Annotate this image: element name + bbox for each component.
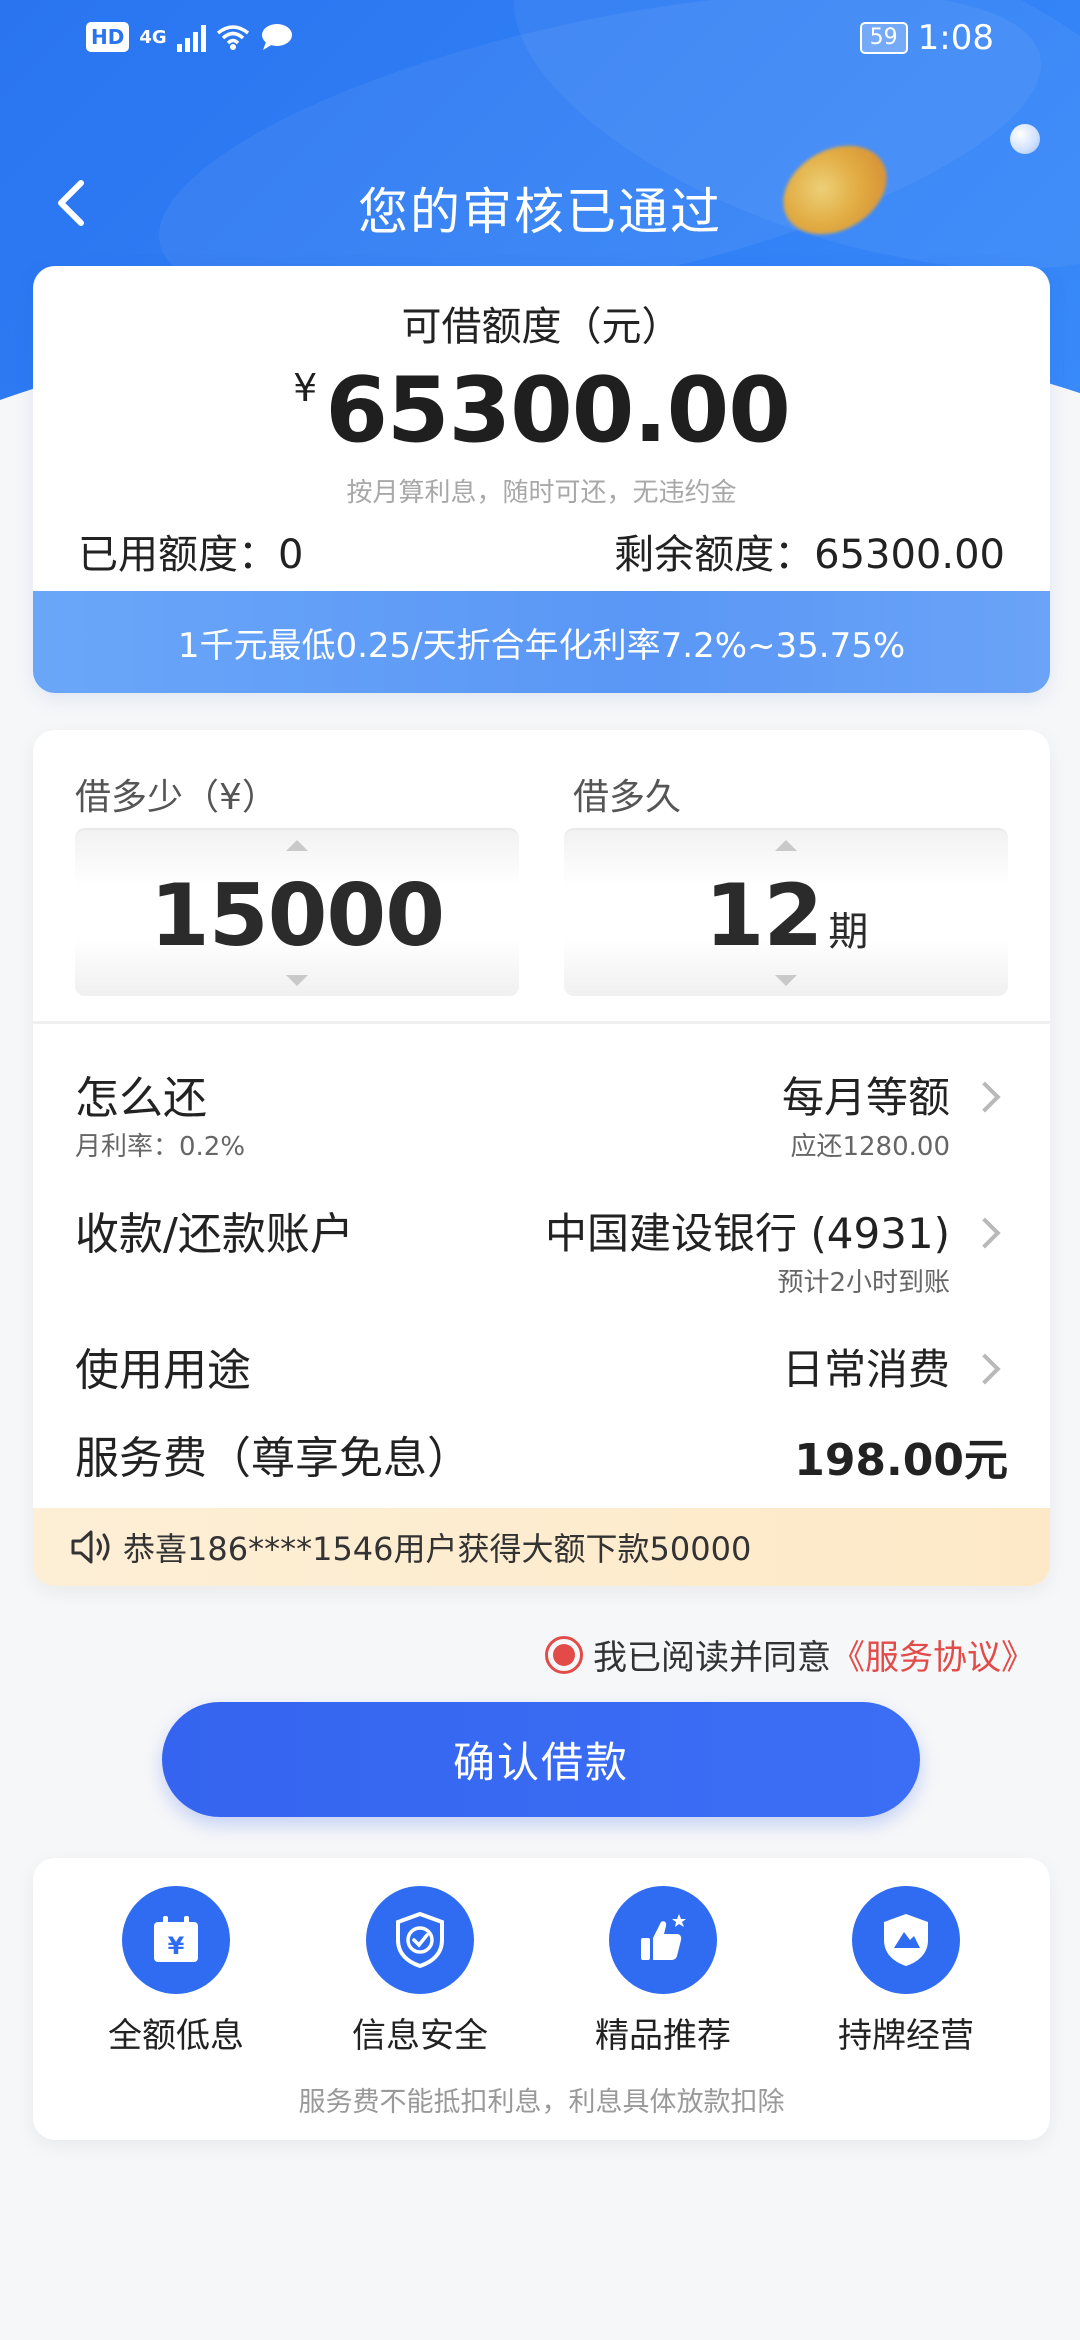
credit-amount-value: 65300.00	[325, 358, 791, 463]
wifi-icon	[216, 25, 249, 50]
loan-form-card: 借多少（¥） 借多久 15000 12 期 怎么还 每月等额 月利率：0.2% 应…	[33, 730, 1050, 1586]
chevron-right-icon	[969, 1353, 1001, 1385]
divider	[33, 1021, 1050, 1024]
shield-check-icon	[366, 1886, 474, 1994]
ball-decoration	[1010, 124, 1040, 154]
speaker-icon	[71, 1530, 110, 1564]
currency-symbol: ¥	[293, 366, 318, 410]
repay-method-title: 怎么还	[75, 1073, 207, 1124]
term-unit: 期	[828, 909, 868, 955]
monthly-rate: 月利率：0.2%	[75, 1132, 246, 1162]
license-shield-icon	[852, 1886, 960, 1994]
credit-limit-amount: ¥65300.00	[33, 358, 1050, 463]
notice-text: 恭喜186****1546用户获得大额下款50000	[123, 1530, 752, 1568]
monthly-due: 应还1280.00	[790, 1132, 950, 1162]
arrival-eta: 预计2小时到账	[777, 1268, 950, 1298]
agree-radio[interactable]	[545, 1635, 583, 1674]
term-picker[interactable]: 12 期	[564, 828, 1008, 996]
term-value: 12	[704, 866, 824, 966]
caret-down-icon	[775, 975, 797, 986]
chevron-right-icon	[969, 1081, 1001, 1113]
rate-banner-text: 1千元最低0.25/天折合年化利率7.2%~35.75%	[177, 625, 906, 666]
amount-label: 借多少（¥）	[75, 777, 278, 818]
status-bar: HD 4G 59 1:08	[0, 0, 1080, 80]
svg-text:¥: ¥	[168, 1932, 185, 1960]
account-title: 收款/还款账户	[75, 1209, 354, 1260]
amount-value: 15000	[149, 866, 445, 966]
page-title: 您的审核已通过	[358, 183, 722, 241]
notice-bar: 恭喜186****1546用户获得大额下款50000	[33, 1508, 1050, 1586]
thumbs-up-icon	[609, 1886, 717, 1994]
confirm-loan-button[interactable]: 确认借款	[162, 1702, 920, 1817]
account-value: 中国建设银行 (4931)	[544, 1209, 950, 1258]
repay-method-value: 每月等额	[781, 1073, 950, 1122]
feature-licensed[interactable]: 持牌经营	[806, 1886, 1006, 2057]
caret-up-icon	[775, 840, 797, 851]
feature-low-interest[interactable]: ¥ 全额低息	[76, 1886, 276, 2057]
feature-label: 精品推荐	[595, 2016, 731, 2056]
agreement-row[interactable]: 我已阅读并同意 《服务协议》	[545, 1630, 1035, 1679]
rate-banner: 1千元最低0.25/天折合年化利率7.2%~35.75%	[33, 591, 1050, 693]
purpose-value: 日常消费	[781, 1345, 950, 1394]
battery-icon: 59	[859, 22, 908, 54]
feature-label: 持牌经营	[838, 2016, 974, 2056]
remaining-credit: 剩余额度：65300.00	[614, 532, 1005, 578]
purpose-title: 使用用途	[75, 1345, 251, 1396]
features-card: ¥ 全额低息 信息安全 精品推荐 持牌经营 服务费不能抵扣利息，利息具体放款扣除	[33, 1858, 1050, 2140]
calendar-yen-icon: ¥	[122, 1886, 230, 1994]
feature-recommended[interactable]: 精品推荐	[563, 1886, 763, 2057]
chevron-right-icon	[969, 1217, 1001, 1249]
feature-label: 信息安全	[352, 2016, 488, 2056]
navigation-bar: 您的审核已通过	[0, 160, 1080, 250]
clock: 1:08	[917, 18, 994, 58]
service-fee-title: 服务费（尊享免息）	[75, 1433, 471, 1484]
service-agreement-link[interactable]: 《服务协议》	[831, 1630, 1035, 1679]
network-type: 4G	[139, 26, 167, 48]
term-label: 借多久	[573, 777, 682, 818]
service-fee-value: 198.00元	[794, 1435, 1008, 1486]
amount-picker[interactable]: 15000	[75, 828, 519, 996]
credit-limit-card: 可借额度（元） ¥65300.00 按月算利息，随时可还，无违约金 已用额度：0…	[33, 266, 1050, 693]
message-icon	[261, 24, 292, 50]
footer-note: 服务费不能抵扣利息，利息具体放款扣除	[298, 2087, 785, 2118]
caret-up-icon	[286, 840, 308, 851]
signal-icon	[176, 22, 206, 52]
feature-info-security[interactable]: 信息安全	[320, 1886, 520, 2057]
caret-down-icon	[286, 975, 308, 986]
radio-dot	[553, 1643, 575, 1666]
hd-indicator: HD	[86, 22, 130, 52]
used-credit: 已用额度：0	[78, 532, 304, 578]
credit-subtitle: 按月算利息，随时可还，无违约金	[346, 478, 737, 508]
feature-label: 全额低息	[108, 2016, 244, 2056]
agreement-text: 我已阅读并同意	[593, 1638, 831, 1678]
term-value-wrap: 12 期	[564, 866, 1008, 966]
credit-limit-label: 可借额度（元）	[401, 304, 682, 350]
